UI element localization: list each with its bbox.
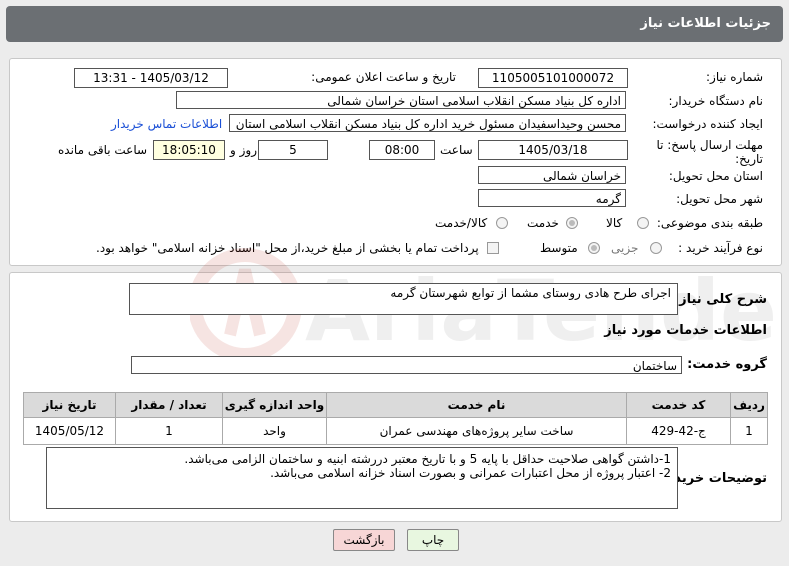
cell-unit: واحد (222, 417, 327, 445)
services-table-header: ردیف کد خدمت نام خدمت واحد اندازه گیری ت… (23, 392, 768, 418)
cell-quantity: 1 (115, 417, 223, 445)
category-option-service-label: خدمت (527, 216, 559, 230)
buyer-notes-field: 1-داشتن گواهی صلاحیت حداقل با پایه 5 و ب… (46, 447, 678, 509)
col-row: ردیف (730, 392, 768, 418)
treasury-payment-note: پرداخت تمام یا بخشی از مبلغ خرید،از محل … (96, 241, 479, 255)
col-service-code: کد خدمت (626, 392, 731, 418)
requester-label: ایجاد کننده درخواست: (652, 117, 763, 131)
col-quantity: تعداد / مقدار (115, 392, 223, 418)
category-label: طبقه بندی موضوعی: (656, 216, 763, 230)
category-option-service-radio[interactable] (566, 217, 578, 229)
deadline-time-label: ساعت (440, 143, 473, 157)
col-unit: واحد اندازه گیری (222, 392, 327, 418)
purchase-type-medium-radio[interactable] (588, 242, 600, 254)
category-option-both-label: کالا/خدمت (435, 216, 488, 230)
purchase-type-medium-label: متوسط (540, 241, 578, 255)
deadline-days-label: روز و (230, 143, 257, 157)
services-table: ردیف کد خدمت نام خدمت واحد اندازه گیری ت… (23, 392, 768, 445)
category-option-goods-label: کالا (606, 216, 623, 230)
cell-service-name: ساخت سایر پروژه‌های مهندسی عمران (326, 417, 627, 445)
requester-field: محسن وحیداسفیدان مسئول خرید اداره کل بنی… (229, 114, 626, 132)
buyer-contact-link[interactable]: اطلاعات تماس خریدار (111, 117, 222, 131)
deadline-date-field: 1405/03/18 (478, 140, 628, 160)
service-group-field: ساختمان (131, 356, 682, 374)
cell-service-code: ج-42-429 (626, 417, 731, 445)
need-number-field: 1105005101000072 (478, 68, 628, 88)
page-titlebar: جزئیات اطلاعات نیاز (6, 6, 783, 42)
summary-field: اجرای طرح هادی روستای مشما از توابع شهرس… (129, 283, 678, 315)
remaining-time-field: 18:05:10 (153, 140, 225, 160)
buyer-org-label: نام دستگاه خریدار: (668, 94, 764, 108)
buyer-org-field: اداره کل بنیاد مسکن انقلاب اسلامی استان … (176, 91, 626, 109)
service-group-label: گروه خدمت: (687, 357, 767, 372)
city-label: شهر محل تحویل: (676, 192, 763, 206)
deadline-label: مهلت ارسال پاسخ: تا تاریخ: (656, 138, 763, 166)
province-field: خراسان شمالی (478, 166, 626, 184)
cell-row: 1 (730, 417, 768, 445)
category-option-both-radio[interactable] (496, 217, 508, 229)
category-option-goods-radio[interactable] (637, 217, 649, 229)
purchase-type-minor-radio[interactable] (650, 242, 662, 254)
back-button[interactable]: بازگشت (333, 529, 395, 551)
need-number-label: شماره نیاز: (706, 70, 763, 84)
city-field: گرمه (478, 189, 626, 207)
announce-field: 1405/03/12 - 13:31 (74, 68, 228, 88)
announce-label: تاریخ و ساعت اعلان عمومی: (311, 70, 456, 84)
purchase-type-minor-label: جزیی (611, 241, 639, 255)
col-need-date: تاریخ نیاز (23, 392, 116, 418)
summary-label: شرح کلی نیاز: (673, 292, 767, 307)
purchase-type-label: نوع فرآیند خرید : (678, 241, 763, 255)
col-service-name: نام خدمت (326, 392, 627, 418)
buyer-notes-line-1: 1-داشتن گواهی صلاحیت حداقل با پایه 5 و ب… (184, 452, 671, 466)
print-button[interactable]: چاپ (407, 529, 459, 551)
services-heading: اطلاعات خدمات مورد نیاز (604, 323, 767, 338)
deadline-time-field: 08:00 (369, 140, 435, 160)
province-label: استان محل تحویل: (668, 169, 763, 183)
page-title: جزئیات اطلاعات نیاز (640, 16, 771, 31)
table-row: 1 ج-42-429 ساخت سایر پروژه‌های مهندسی عم… (23, 417, 768, 445)
buyer-notes-line-2: 2- اعتبار پروژه از محل اعتبارات عمرانی و… (270, 466, 671, 480)
remaining-time-label: ساعت باقی مانده (58, 143, 148, 157)
deadline-days-field: 5 (258, 140, 328, 160)
treasury-payment-checkbox[interactable] (487, 242, 499, 254)
cell-need-date: 1405/05/12 (23, 417, 116, 445)
